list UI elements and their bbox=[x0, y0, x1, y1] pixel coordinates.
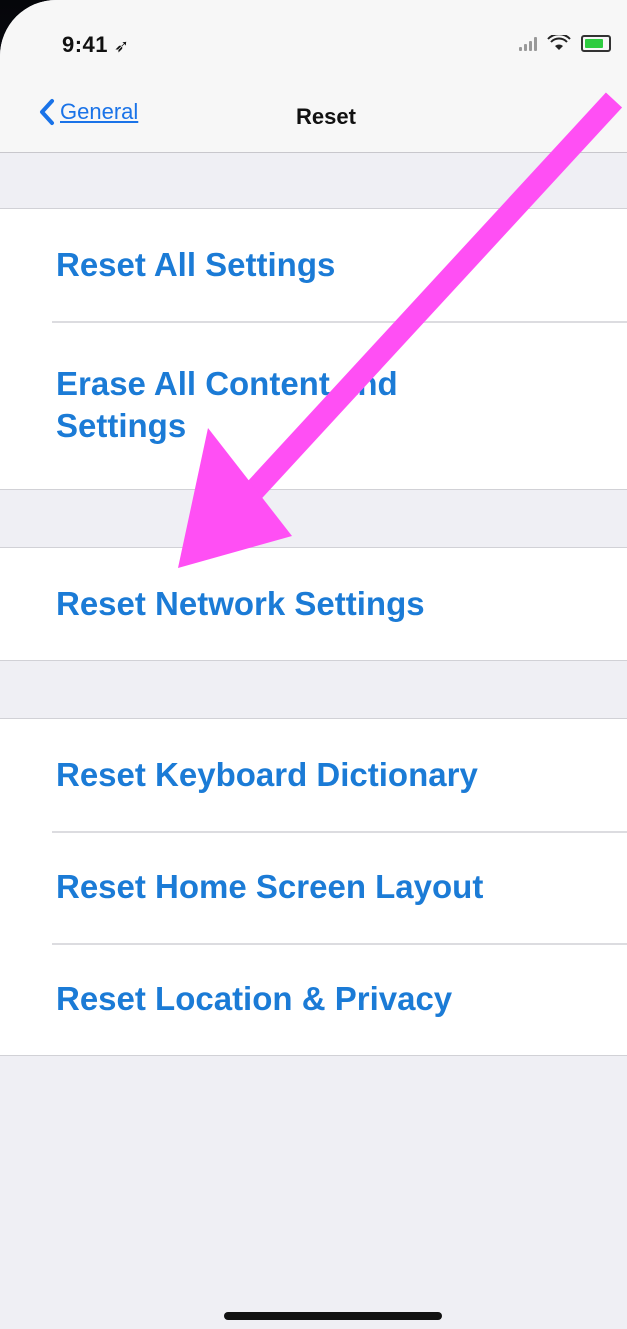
cellular-signal-icon bbox=[519, 35, 537, 51]
row-label: Reset Keyboard Dictionary bbox=[56, 756, 478, 793]
back-button[interactable]: General bbox=[38, 98, 138, 126]
navigation-bar: General Reset bbox=[0, 80, 627, 153]
reset-group-3: Reset Keyboard Dictionary Reset Home Scr… bbox=[0, 718, 627, 1056]
status-time: 9:41 ➶ bbox=[62, 32, 130, 58]
battery-icon bbox=[581, 34, 611, 52]
row-label: Reset Network Settings bbox=[56, 585, 425, 622]
row-label: Erase All Content and Settings bbox=[56, 365, 398, 444]
reset-group-1: Reset All Settings Erase All Content and… bbox=[0, 208, 627, 490]
row-label: Reset Home Screen Layout bbox=[56, 868, 484, 905]
status-icons bbox=[519, 32, 611, 54]
reset-home-screen-layout-row[interactable]: Reset Home Screen Layout bbox=[0, 831, 627, 943]
page-title: Reset bbox=[296, 104, 356, 129]
wifi-icon bbox=[547, 35, 571, 50]
chevron-left-icon bbox=[40, 99, 54, 125]
reset-location-privacy-row[interactable]: Reset Location & Privacy bbox=[0, 943, 627, 1055]
home-indicator[interactable] bbox=[224, 1312, 442, 1320]
reset-all-settings-row[interactable]: Reset All Settings bbox=[0, 209, 627, 321]
phone-screen: 9:41➶ General Reset Reset All Settings bbox=[0, 0, 627, 1329]
back-button-label: General bbox=[60, 99, 139, 124]
row-label: Reset All Settings bbox=[56, 246, 336, 283]
status-bar: 9:41 ➶ bbox=[0, 0, 627, 80]
reset-group-2: Reset Network Settings bbox=[0, 547, 627, 661]
time-label: 9:41 bbox=[62, 32, 109, 57]
row-label: Reset Location & Privacy bbox=[56, 980, 453, 1017]
reset-keyboard-dictionary-row[interactable]: Reset Keyboard Dictionary bbox=[0, 719, 627, 831]
erase-all-content-row[interactable]: Erase All Content and Settings bbox=[0, 321, 627, 489]
annotation-arrow-icon bbox=[178, 92, 623, 568]
location-arrow-icon: ➶ bbox=[114, 36, 130, 56]
reset-network-settings-row[interactable]: Reset Network Settings bbox=[0, 548, 627, 660]
